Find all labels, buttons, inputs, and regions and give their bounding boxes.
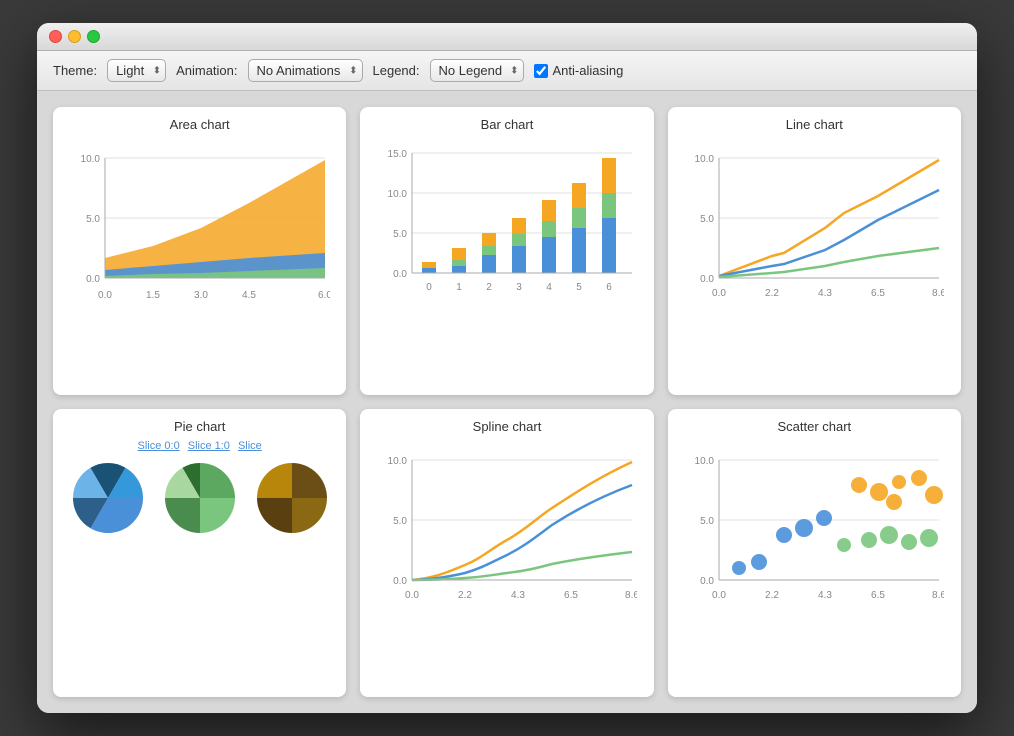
svg-text:4.3: 4.3 bbox=[818, 288, 832, 299]
minimize-button[interactable] bbox=[68, 30, 81, 43]
svg-text:2.2: 2.2 bbox=[765, 590, 779, 601]
pie-3-svg bbox=[252, 458, 332, 538]
svg-text:10.0: 10.0 bbox=[80, 154, 100, 165]
svg-text:2.2: 2.2 bbox=[458, 590, 472, 601]
pie-label-0[interactable]: Slice 0:0 bbox=[138, 440, 180, 452]
svg-text:6: 6 bbox=[606, 282, 612, 293]
bar-chart-title: Bar chart bbox=[481, 117, 534, 132]
svg-text:5: 5 bbox=[576, 282, 582, 293]
scatter-chart-card: Scatter chart 10.0 5.0 0.0 0.0 2.2 4.3 6… bbox=[668, 409, 961, 697]
svg-text:15.0: 15.0 bbox=[388, 149, 408, 160]
area-chart-title: Area chart bbox=[170, 117, 230, 132]
svg-text:6.5: 6.5 bbox=[564, 590, 578, 601]
antialiasing-checkbox[interactable] bbox=[534, 64, 548, 78]
animation-select[interactable]: No Animations Normal Fast Slow bbox=[248, 59, 363, 82]
svg-text:0.0: 0.0 bbox=[712, 288, 726, 299]
svg-text:0.0: 0.0 bbox=[700, 576, 714, 587]
svg-text:6.0: 6.0 bbox=[318, 290, 330, 301]
pie-chart-title: Pie chart bbox=[174, 419, 225, 434]
svg-text:1: 1 bbox=[456, 282, 462, 293]
svg-text:4: 4 bbox=[546, 282, 552, 293]
spline-chart-title: Spline chart bbox=[473, 419, 542, 434]
bar-chart-svg: 15.0 10.0 5.0 0.0 bbox=[377, 138, 637, 338]
svg-text:5.0: 5.0 bbox=[700, 516, 714, 527]
pie-label-1[interactable]: Slice 1:0 bbox=[188, 440, 230, 452]
line-chart-title: Line chart bbox=[786, 117, 843, 132]
line-chart-card: Line chart 10.0 5.0 0.0 0.0 2.2 4.3 6.5 … bbox=[668, 107, 961, 395]
svg-text:0.0: 0.0 bbox=[86, 274, 100, 285]
titlebar bbox=[37, 23, 977, 51]
toolbar: Theme: Light Dark Blue Animation: No Ani… bbox=[37, 51, 977, 91]
svg-text:6.5: 6.5 bbox=[871, 288, 885, 299]
svg-text:10.0: 10.0 bbox=[388, 189, 408, 200]
svg-text:4.5: 4.5 bbox=[242, 290, 256, 301]
svg-text:3.0: 3.0 bbox=[194, 290, 208, 301]
svg-text:4.3: 4.3 bbox=[818, 590, 832, 601]
svg-text:5.0: 5.0 bbox=[393, 229, 407, 240]
svg-text:8.6: 8.6 bbox=[932, 288, 944, 299]
svg-text:1.5: 1.5 bbox=[146, 290, 160, 301]
scatter-chart-title: Scatter chart bbox=[777, 419, 851, 434]
svg-text:0.0: 0.0 bbox=[700, 274, 714, 285]
line-chart-svg: 10.0 5.0 0.0 0.0 2.2 4.3 6.5 8.6 bbox=[684, 138, 944, 338]
svg-text:0.0: 0.0 bbox=[98, 290, 112, 301]
svg-text:0.0: 0.0 bbox=[393, 269, 407, 280]
legend-label: Legend: bbox=[373, 63, 420, 78]
svg-text:6.5: 6.5 bbox=[871, 590, 885, 601]
svg-text:0: 0 bbox=[426, 282, 432, 293]
svg-text:10.0: 10.0 bbox=[388, 456, 408, 467]
charts-grid: Area chart 10.0 5.0 0.0 0.0 1.5 3.0 4.5 … bbox=[37, 91, 977, 713]
svg-text:8.6: 8.6 bbox=[932, 590, 944, 601]
svg-text:8.6: 8.6 bbox=[625, 590, 637, 601]
area-chart-card: Area chart 10.0 5.0 0.0 0.0 1.5 3.0 4.5 … bbox=[53, 107, 346, 395]
pie-chart-card: Pie chart Slice 0:0 Slice 1:0 Slice bbox=[53, 409, 346, 697]
area-chart-svg: 10.0 5.0 0.0 0.0 1.5 3.0 4.5 6.0 bbox=[70, 138, 330, 338]
legend-select-wrapper: No Legend Top Bottom bbox=[430, 59, 524, 82]
pies-row bbox=[68, 458, 332, 538]
pie-1-svg bbox=[68, 458, 148, 538]
pie-container: Slice 0:0 Slice 1:0 Slice bbox=[63, 440, 336, 687]
svg-text:2.2: 2.2 bbox=[765, 288, 779, 299]
legend-select[interactable]: No Legend Top Bottom bbox=[430, 59, 524, 82]
svg-text:5.0: 5.0 bbox=[393, 516, 407, 527]
traffic-lights bbox=[49, 30, 100, 43]
app-window: Theme: Light Dark Blue Animation: No Ani… bbox=[37, 23, 977, 713]
svg-text:4.3: 4.3 bbox=[511, 590, 525, 601]
animation-label: Animation: bbox=[176, 63, 237, 78]
svg-text:5.0: 5.0 bbox=[86, 214, 100, 225]
svg-text:5.0: 5.0 bbox=[700, 214, 714, 225]
theme-select[interactable]: Light Dark Blue bbox=[107, 59, 166, 82]
antialiasing-wrapper: Anti-aliasing bbox=[534, 63, 624, 78]
svg-text:0.0: 0.0 bbox=[393, 576, 407, 587]
theme-select-wrapper: Light Dark Blue bbox=[107, 59, 166, 82]
close-button[interactable] bbox=[49, 30, 62, 43]
pie-labels: Slice 0:0 Slice 1:0 Slice bbox=[138, 440, 262, 452]
animation-select-wrapper: No Animations Normal Fast Slow bbox=[248, 59, 363, 82]
svg-text:10.0: 10.0 bbox=[695, 456, 715, 467]
svg-text:10.0: 10.0 bbox=[695, 154, 715, 165]
maximize-button[interactable] bbox=[87, 30, 100, 43]
spline-chart-svg: 10.0 5.0 0.0 0.0 2.2 4.3 6.5 8.6 bbox=[377, 440, 637, 640]
svg-text:3: 3 bbox=[516, 282, 522, 293]
svg-text:0.0: 0.0 bbox=[405, 590, 419, 601]
svg-text:2: 2 bbox=[486, 282, 492, 293]
antialiasing-label: Anti-aliasing bbox=[553, 63, 624, 78]
pie-2-svg bbox=[160, 458, 240, 538]
bar-chart-card: Bar chart 15.0 10.0 5.0 0.0 bbox=[360, 107, 653, 395]
theme-label: Theme: bbox=[53, 63, 97, 78]
spline-chart-card: Spline chart 10.0 5.0 0.0 0.0 2.2 4.3 6.… bbox=[360, 409, 653, 697]
svg-text:0.0: 0.0 bbox=[712, 590, 726, 601]
scatter-chart-svg: 10.0 5.0 0.0 0.0 2.2 4.3 6.5 8.6 bbox=[684, 440, 944, 640]
pie-label-2[interactable]: Slice bbox=[238, 440, 262, 452]
